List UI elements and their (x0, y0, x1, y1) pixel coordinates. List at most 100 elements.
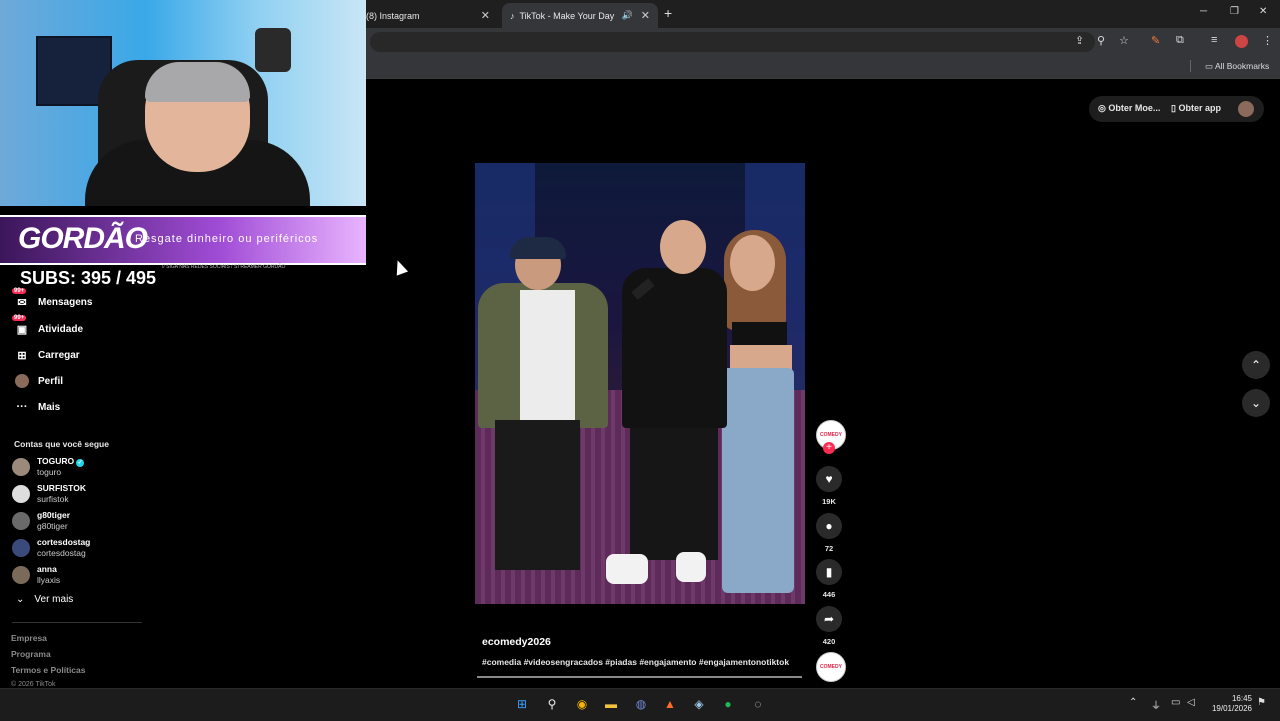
sidebar-item-label: Mais (38, 401, 61, 413)
chrome-icon[interactable]: ◉ (574, 696, 590, 712)
avatar (12, 485, 30, 503)
see-more-button[interactable]: ⌄ Ver mais (16, 594, 73, 605)
close-tab-icon[interactable]: ✕ (641, 9, 650, 22)
bookmark-star-icon[interactable]: ☆ (1119, 34, 1129, 47)
stream-logo: GORDÃO (18, 222, 148, 255)
like-button[interactable]: ♥ (816, 466, 842, 492)
steam-icon[interactable]: ◈ (691, 696, 707, 712)
sidebar-item-activity[interactable]: ▣ 99+ Atividade (12, 315, 84, 339)
account-handle: llyaxis (37, 575, 61, 585)
sidebar-divider (12, 622, 142, 623)
bookmark-divider (1190, 60, 1191, 72)
extensions-puzzle-icon[interactable]: ⧉ (1176, 34, 1184, 47)
bookmark-icon: ▮ (825, 565, 833, 579)
person-head (730, 235, 775, 291)
get-app-label: Obter app (1178, 103, 1221, 113)
share-icon: ➦ (823, 612, 835, 626)
comment-button[interactable]: ● (816, 513, 842, 539)
zoom-icon[interactable]: ⚲ (1097, 34, 1105, 47)
account-handle: cortesdostag (37, 548, 86, 558)
following-account[interactable]: g80tiger g80tiger (12, 509, 70, 533)
follow-plus-icon[interactable]: + (823, 442, 835, 454)
footer-link-program[interactable]: Programa (11, 649, 51, 659)
audio-icon[interactable]: 🔊 (622, 10, 633, 21)
close-tab-icon[interactable]: ✕ (481, 9, 490, 22)
notification-icon[interactable]: ⚑ (1257, 697, 1266, 708)
subs-counter: SUBS: 395 / 495 (20, 268, 157, 288)
tray-chevron-icon[interactable]: ⌃ (1129, 697, 1137, 708)
sidebar-item-label: Perfil (38, 375, 64, 387)
minimize-button[interactable]: ─ (1200, 6, 1207, 17)
sidebar-item-upload[interactable]: ⊞ Carregar (14, 345, 80, 365)
get-app-button[interactable]: ▯ Obter app (1171, 103, 1221, 114)
following-account[interactable]: anna llyaxis (12, 563, 60, 587)
network-icon[interactable]: ▭ (1171, 697, 1180, 708)
app-icon[interactable]: ▲ (662, 696, 678, 712)
sidebar-item-label: Atividade (38, 323, 84, 335)
discord-icon[interactable]: ◍ (633, 696, 649, 712)
sound-disc-badge: COMEDY (820, 664, 842, 670)
sidebar-item-more[interactable]: ··· Mais (14, 397, 61, 417)
media-control-icon[interactable]: ≡ (1211, 34, 1217, 46)
video-author[interactable]: ecomedy2026 (482, 636, 551, 648)
maximize-button[interactable]: ❐ (1230, 6, 1239, 17)
coin-icon: ◎ (1098, 103, 1109, 113)
extension-icon[interactable]: ✎ (1151, 34, 1160, 47)
save-count: 446 (822, 590, 836, 599)
webcam-overlay (0, 0, 366, 206)
volume-icon[interactable]: ◁ (1187, 697, 1195, 708)
app-overlay-icon[interactable]: ◌ (750, 696, 766, 712)
all-bookmarks-label: All Bookmarks (1214, 61, 1270, 71)
avatar (12, 566, 30, 584)
taskbar-clock[interactable]: 16:45 19/01/2026 (1200, 694, 1252, 714)
account-handle: surfistok (37, 494, 69, 504)
account-name: SURFISTOK (37, 483, 86, 493)
person-jeans (722, 368, 794, 593)
account-name: anna (37, 564, 57, 574)
messages-badge: 99+ (12, 288, 27, 294)
menu-kebab-icon[interactable]: ⋮ (1262, 34, 1273, 47)
footer-link-terms[interactable]: Termos e Políticas (11, 665, 85, 675)
previous-video-button[interactable]: ⌃ (1242, 351, 1270, 379)
profile-icon (14, 373, 30, 389)
following-account[interactable]: TOGURO ✓ toguro (12, 455, 85, 479)
avatar (12, 539, 30, 557)
sidebar-item-label: Carregar (38, 349, 80, 361)
tab-tiktok[interactable]: ♪ TikTok - Make Your Day 🔊 ✕ (502, 3, 658, 28)
mouse-cursor (391, 258, 409, 276)
clock-time: 16:45 (1231, 694, 1252, 703)
start-icon[interactable]: ⊞ (514, 696, 530, 712)
save-button[interactable]: ▮ (816, 559, 842, 585)
file-explorer-icon[interactable]: ▬ (603, 696, 619, 712)
spotify-icon[interactable]: ● (720, 696, 736, 712)
share-button[interactable]: ➦ (816, 606, 842, 632)
person-shoe (606, 554, 648, 584)
folder-icon: ▭ (1205, 61, 1215, 71)
following-account[interactable]: cortesdostag cortesdostag (12, 536, 90, 560)
search-icon[interactable]: ⚲ (544, 696, 560, 712)
sidebar-item-profile[interactable]: Perfil (14, 371, 63, 391)
sound-disc[interactable]: COMEDY (816, 652, 846, 682)
tab-instagram-title: (8) Instagram (366, 10, 420, 21)
user-avatar[interactable] (1238, 101, 1254, 117)
get-coins-button[interactable]: ◎ Obter Moe... (1098, 103, 1160, 114)
profile-avatar-icon[interactable] (1235, 35, 1248, 48)
microphone-icon[interactable]: ⏚ (1151, 697, 1161, 712)
video-progress-bar[interactable] (477, 676, 802, 678)
person-head (660, 220, 706, 274)
video-description[interactable]: #comedia #videosengracados #piadas #enga… (482, 657, 789, 667)
address-bar[interactable] (370, 32, 1095, 52)
new-tab-button[interactable]: + (664, 5, 672, 21)
sidebar-item-label: Mensagens (38, 296, 93, 308)
next-video-button[interactable]: ⌄ (1242, 389, 1270, 417)
sidebar-item-messages[interactable]: ✉ 99+ Mensagens (12, 288, 93, 312)
install-app-icon[interactable]: ⇪ (1075, 34, 1084, 47)
tab-instagram[interactable]: (8) Instagram ✕ (358, 3, 498, 28)
all-bookmarks-button[interactable]: ▭ All Bookmarks (1205, 61, 1269, 72)
footer-link-company[interactable]: Empresa (11, 633, 47, 643)
account-name: TOGURO (37, 456, 75, 466)
following-account[interactable]: SURFISTOK surfistok (12, 482, 86, 506)
person-shirt (520, 290, 575, 420)
account-name: g80tiger (37, 510, 71, 520)
close-window-button[interactable]: ✕ (1259, 6, 1267, 17)
